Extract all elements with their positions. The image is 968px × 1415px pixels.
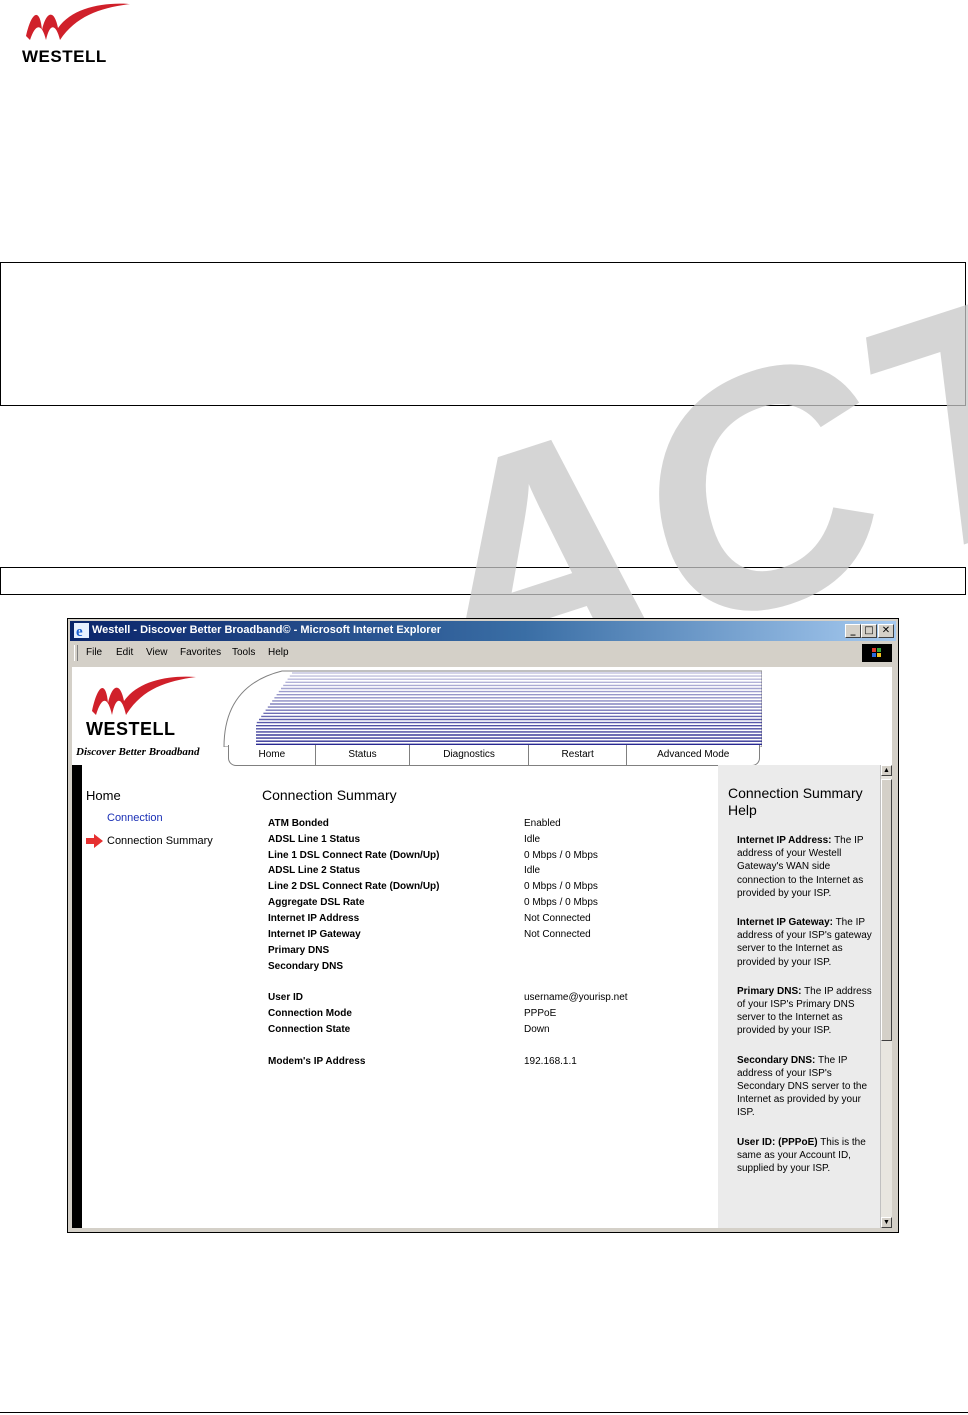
nav-status[interactable]: Status [316, 745, 411, 765]
nav-advanced-mode[interactable]: Advanced Mode [627, 745, 759, 765]
top-navigation: Home Status Diagnostics Restart Advanced… [228, 745, 760, 766]
summary-row: Connection Mode PPPoE [268, 1008, 688, 1023]
row-value: 0 Mbps / 0 Mbps [524, 850, 598, 861]
svg-text:e: e [76, 624, 83, 638]
minimize-button[interactable]: _ [845, 624, 861, 638]
help-term: Primary DNS: [737, 985, 802, 997]
row-value: Enabled [524, 818, 561, 829]
help-term: User ID: (PPPoE) [737, 1136, 818, 1148]
row-value: 0 Mbps / 0 Mbps [524, 881, 598, 892]
windows-logo-icon [862, 644, 892, 662]
internet-explorer-icon: e [74, 623, 89, 638]
router-logo-text: WESTELL [86, 719, 176, 739]
summary-row: Line 1 DSL Connect Rate (Down/Up) 0 Mbps… [268, 850, 688, 865]
help-term: Secondary DNS: [737, 1054, 816, 1066]
summary-row: ATM Bonded Enabled [268, 818, 688, 833]
help-body: Internet IP Address: The IP address of y… [737, 834, 877, 1191]
scroll-up-arrow-icon[interactable]: ▲ [881, 765, 892, 776]
document-caption-box [0, 567, 966, 595]
row-label: User ID [268, 992, 304, 1003]
menu-view[interactable]: View [146, 647, 168, 658]
row-value: PPPoE [524, 1008, 557, 1019]
summary-row: ADSL Line 2 Status Idle [268, 865, 688, 880]
row-label: Line 1 DSL Connect Rate (Down/Up) [268, 850, 440, 861]
sidebar-home[interactable]: Home [86, 788, 121, 803]
sidebar-item-connection-summary[interactable]: Connection Summary [107, 835, 213, 847]
help-entry: Primary DNS: The IP address of your ISP'… [737, 985, 877, 1038]
close-button[interactable]: ✕ [878, 624, 894, 638]
help-term: Internet IP Gateway: [737, 917, 833, 929]
summary-row: Aggregate DSL Rate 0 Mbps / 0 Mbps [268, 897, 688, 912]
nav-diagnostics[interactable]: Diagnostics [410, 745, 529, 765]
summary-row: Secondary DNS [268, 961, 688, 976]
row-label: Secondary DNS [268, 961, 344, 972]
help-panel: Connection Summary Help Internet IP Addr… [718, 765, 880, 1228]
help-title: Connection Summary Help [728, 785, 863, 818]
row-label: Connection State [268, 1024, 351, 1035]
row-label: Line 2 DSL Connect Rate (Down/Up) [268, 881, 440, 892]
help-entry: Internet IP Gateway: The IP address of y… [737, 916, 877, 969]
page-title: Connection Summary [262, 787, 397, 803]
summary-row: Internet IP Gateway Not Connected [268, 929, 688, 944]
menu-favorites[interactable]: Favorites [180, 647, 221, 658]
router-tagline: Discover Better Broadband [76, 746, 200, 758]
menu-bar: File Edit View Favorites Tools Help [70, 643, 896, 663]
router-logo-mark [92, 676, 196, 715]
row-label: Internet IP Address [268, 913, 360, 924]
window-title: Westell - Discover Better Broadband© - M… [92, 624, 441, 636]
nav-restart[interactable]: Restart [529, 745, 628, 765]
summary-row: Primary DNS [268, 945, 688, 960]
summary-row: Connection State Down [268, 1024, 688, 1039]
row-label: Aggregate DSL Rate [268, 897, 365, 908]
menu-edit[interactable]: Edit [116, 647, 133, 658]
summary-row: ADSL Line 1 Status Idle [268, 834, 688, 849]
title-bar[interactable]: e Westell - Discover Better Broadband© -… [70, 621, 896, 641]
row-value: Idle [524, 834, 541, 845]
row-label: Modem's IP Address [268, 1056, 366, 1067]
row-value: Not Connected [524, 913, 591, 924]
current-page-arrow-icon [86, 834, 103, 848]
menu-file[interactable]: File [86, 647, 102, 658]
row-value: 192.168.1.1 [524, 1056, 577, 1067]
scroll-down-arrow-icon[interactable]: ▼ [881, 1217, 892, 1228]
help-entry: Internet IP Address: The IP address of y… [737, 834, 877, 900]
row-value: 0 Mbps / 0 Mbps [524, 897, 598, 908]
summary-row: Line 2 DSL Connect Rate (Down/Up) 0 Mbps… [268, 881, 688, 896]
row-label: Internet IP Gateway [268, 929, 361, 940]
westell-logo-text: WESTELL [22, 47, 107, 66]
left-black-bar [72, 765, 82, 1228]
footer-rule [0, 1412, 968, 1413]
row-label: ADSL Line 2 Status [268, 865, 361, 876]
row-label: ADSL Line 1 Status [268, 834, 361, 845]
sidebar-item-connection[interactable]: Connection [107, 812, 163, 824]
scroll-thumb[interactable] [881, 779, 892, 1041]
router-banner: WESTELL Discover Better Broadband [72, 667, 224, 765]
row-label: Primary DNS [268, 945, 330, 956]
menu-tools[interactable]: Tools [232, 647, 255, 658]
row-label: ATM Bonded [268, 818, 329, 829]
summary-row: User ID username@yourisp.net [268, 992, 688, 1007]
summary-row: Modem's IP Address 192.168.1.1 [268, 1056, 688, 1071]
row-label: Connection Mode [268, 1008, 352, 1019]
nav-home[interactable]: Home [229, 745, 316, 765]
row-value: Down [524, 1024, 550, 1035]
maximize-button[interactable]: □ [861, 624, 877, 638]
banner-stripes [223, 670, 762, 747]
browser-window: e Westell - Discover Better Broadband© -… [67, 618, 899, 1233]
row-value: Not Connected [524, 929, 591, 940]
help-entry: User ID: (PPPoE) This is the same as you… [737, 1136, 877, 1176]
menu-help[interactable]: Help [268, 647, 289, 658]
row-value: Idle [524, 865, 541, 876]
help-term: Internet IP Address: [737, 835, 832, 846]
help-entry: Secondary DNS: The IP address of your IS… [737, 1054, 877, 1120]
page-viewport: WESTELL Discover Better Broadband Home S… [72, 667, 892, 1228]
help-scrollbar[interactable]: ▲ ▼ [880, 765, 892, 1228]
summary-row: Internet IP Address Not Connected [268, 913, 688, 928]
toolbar-grip[interactable] [74, 645, 78, 661]
row-value: username@yourisp.net [524, 992, 628, 1003]
document-text-box [0, 262, 966, 406]
